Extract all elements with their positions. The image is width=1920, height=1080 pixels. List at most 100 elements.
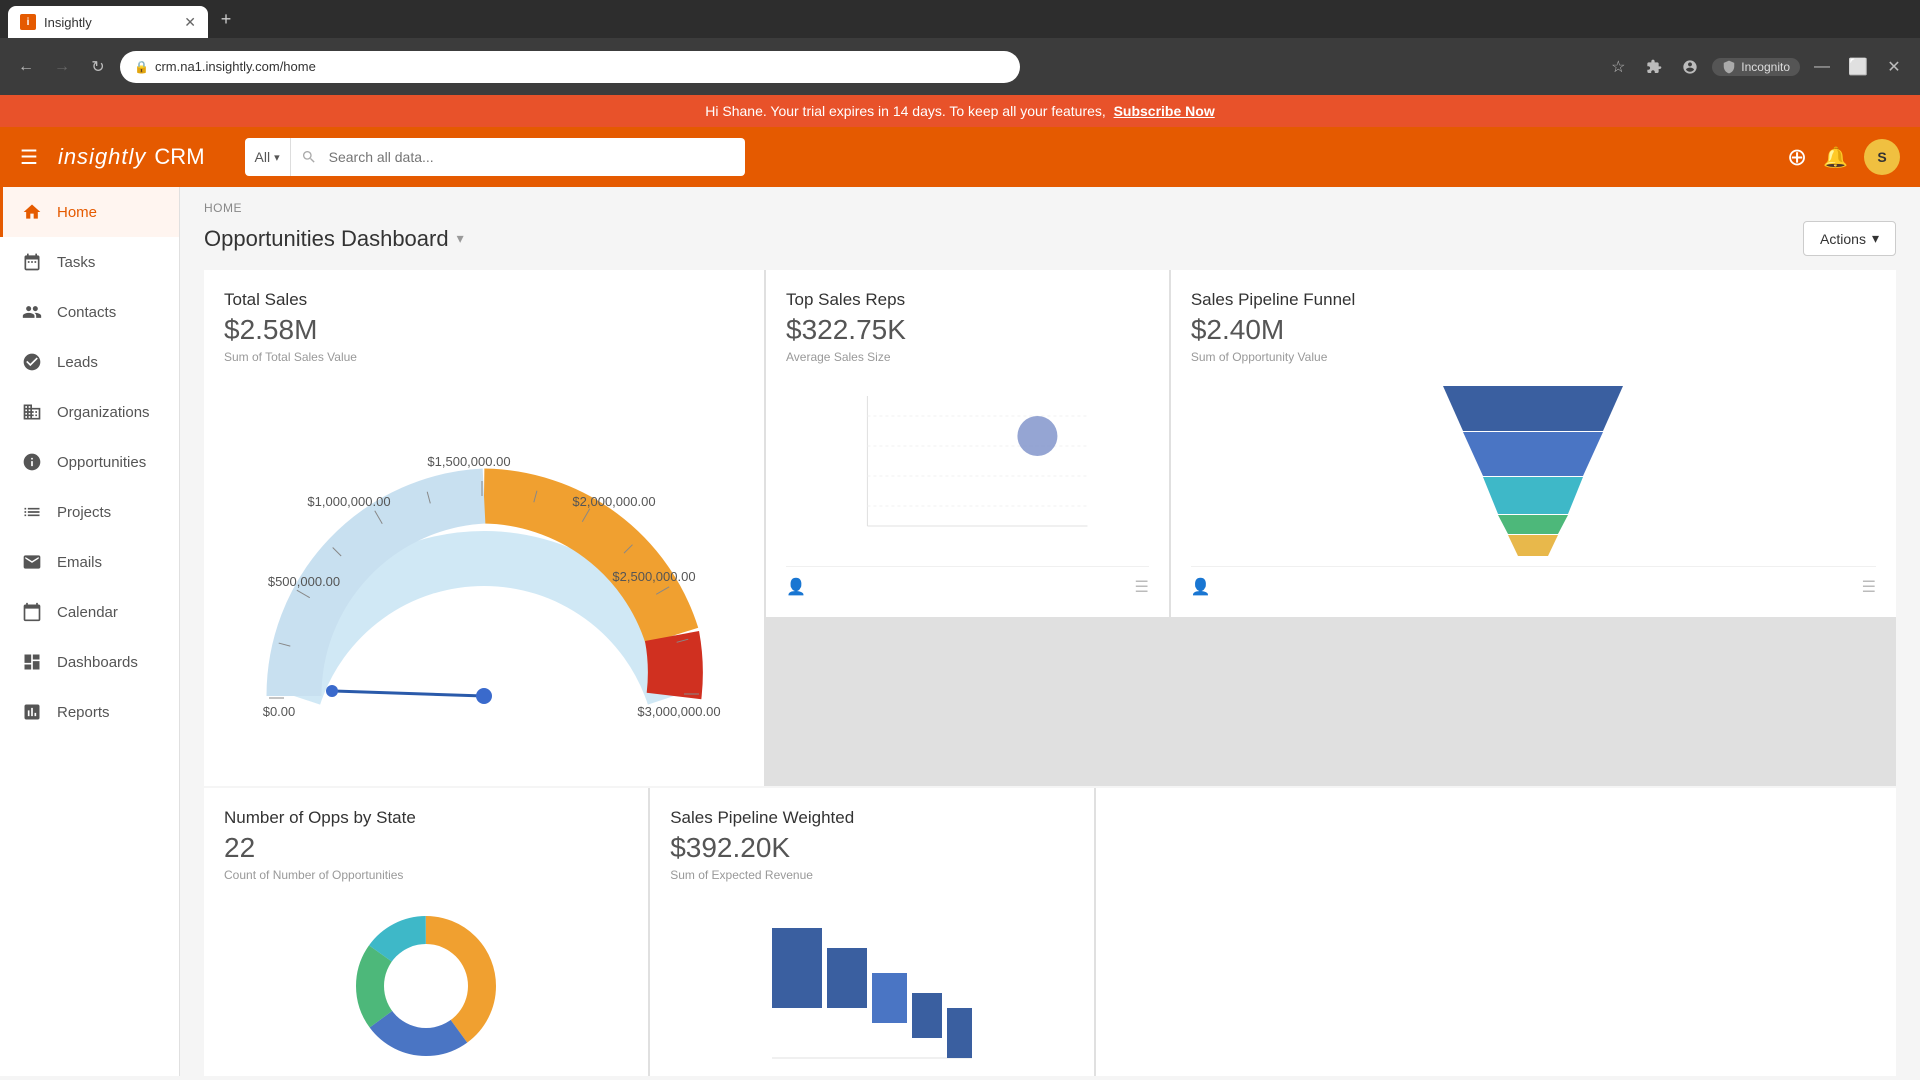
header-icons: ⊕ 🔔 S [1787, 139, 1900, 175]
extensions-icon[interactable] [1640, 53, 1668, 81]
breadcrumb: HOME [204, 201, 1896, 215]
contacts-icon [21, 301, 43, 323]
page-title-row: Opportunities Dashboard ▾ Actions ▾ [204, 221, 1896, 270]
main-layout: Home Tasks Contacts Leads Organizations [0, 187, 1920, 1076]
sales-reps-chart [786, 386, 1149, 556]
back-button[interactable]: ← [12, 53, 40, 81]
sidebar-label-calendar: Calendar [57, 604, 118, 621]
dashboards-icon [21, 651, 43, 673]
top-sales-reps-footer: 👤 ☰ [786, 566, 1149, 597]
funnel-list-icon: ☰ [1862, 577, 1876, 597]
gauge-svg: $0.00 $500,000.00 $1,000,000.00 $1,500,0… [224, 386, 744, 766]
tasks-icon [21, 251, 43, 273]
svg-text:$1,000,000.00: $1,000,000.00 [307, 494, 390, 509]
crm-label: CRM [154, 144, 204, 170]
svg-text:$3,000,000.00: $3,000,000.00 [637, 704, 720, 719]
hamburger-icon[interactable]: ☰ [20, 145, 38, 170]
donut-chart [224, 904, 628, 1068]
svg-text:$1,500,000.00: $1,500,000.00 [427, 454, 510, 469]
maximize-button[interactable]: ⬜ [1844, 53, 1872, 81]
card-number-of-opps: Number of Opps by State 22 Count of Numb… [204, 788, 648, 1076]
total-sales-subtitle: Sum of Total Sales Value [224, 350, 744, 364]
sidebar-label-leads: Leads [57, 354, 98, 371]
add-button[interactable]: ⊕ [1787, 143, 1807, 172]
sidebar-item-leads[interactable]: Leads [0, 337, 179, 387]
sidebar-label-reports: Reports [57, 704, 110, 721]
address-bar[interactable]: 🔒 crm.na1.insightly.com/home [120, 51, 1020, 83]
page-title: Opportunities Dashboard ▾ [204, 226, 464, 252]
sidebar-item-home[interactable]: Home [0, 187, 179, 237]
sales-pipeline-funnel-title: Sales Pipeline Funnel [1191, 290, 1876, 310]
page-title-text: Opportunities Dashboard [204, 226, 449, 252]
waterfall-chart [670, 904, 1074, 1068]
sidebar-label-dashboards: Dashboards [57, 654, 138, 671]
logo-area: insightly CRM [58, 144, 205, 170]
total-sales-value: $2.58M [224, 314, 744, 346]
actions-button[interactable]: Actions ▾ [1803, 221, 1896, 256]
forward-button[interactable]: → [48, 53, 76, 81]
close-window-button[interactable]: ✕ [1880, 53, 1908, 81]
content-area: HOME Opportunities Dashboard ▾ Actions ▾… [180, 187, 1920, 1076]
trial-text: Hi Shane. Your trial expires in 14 days.… [705, 103, 1109, 119]
new-tab-button[interactable]: + [212, 5, 240, 33]
svg-text:$2,000,000.00: $2,000,000.00 [572, 494, 655, 509]
actions-label: Actions [1820, 231, 1866, 247]
sidebar-label-home: Home [57, 204, 97, 221]
sidebar-item-emails[interactable]: Emails [0, 537, 179, 587]
sidebar-label-projects: Projects [57, 504, 111, 521]
list-icon: ☰ [1135, 577, 1149, 597]
number-of-opps-subtitle: Count of Number of Opportunities [224, 868, 628, 882]
page-title-dropdown-arrow[interactable]: ▾ [457, 230, 464, 247]
sales-pipeline-funnel-subtitle: Sum of Opportunity Value [1191, 350, 1876, 364]
sidebar-label-organizations: Organizations [57, 404, 150, 421]
browser-chrome: i Insightly ✕ + ← → ↻ 🔒 crm.na1.insightl… [0, 0, 1920, 95]
top-sales-reps-value: $322.75K [786, 314, 1149, 346]
opportunities-icon [21, 451, 43, 473]
app-header: ☰ insightly CRM All ▾ ⊕ 🔔 S [0, 127, 1920, 187]
sidebar-item-reports[interactable]: Reports [0, 687, 179, 737]
reload-button[interactable]: ↻ [84, 53, 112, 81]
search-all-dropdown[interactable]: All ▾ [245, 138, 291, 176]
search-container: All ▾ [245, 138, 745, 176]
sidebar-item-organizations[interactable]: Organizations [0, 387, 179, 437]
profile-icon[interactable] [1676, 53, 1704, 81]
sidebar-item-dashboards[interactable]: Dashboards [0, 637, 179, 687]
tab-close-button[interactable]: ✕ [184, 14, 196, 31]
sidebar-label-emails: Emails [57, 554, 102, 571]
top-sales-reps-subtitle: Average Sales Size [786, 350, 1149, 364]
sidebar-label-tasks: Tasks [57, 254, 95, 271]
donut-svg [346, 906, 506, 1066]
sidebar-item-calendar[interactable]: Calendar [0, 587, 179, 637]
sidebar-item-tasks[interactable]: Tasks [0, 237, 179, 287]
total-sales-overflow [1096, 788, 1896, 1076]
user-avatar[interactable]: S [1864, 139, 1900, 175]
calendar-icon [21, 601, 43, 623]
sidebar-item-projects[interactable]: Projects [0, 487, 179, 537]
trial-banner: Hi Shane. Your trial expires in 14 days.… [0, 95, 1920, 127]
sales-pipeline-weighted-value: $392.20K [670, 832, 1074, 864]
search-input[interactable] [317, 149, 745, 165]
sidebar-label-contacts: Contacts [57, 304, 116, 321]
sidebar: Home Tasks Contacts Leads Organizations [0, 187, 180, 1076]
subscribe-link[interactable]: Subscribe Now [1114, 103, 1215, 119]
search-dropdown-arrow: ▾ [274, 151, 280, 164]
bookmark-icon[interactable]: ☆ [1604, 53, 1632, 81]
actions-dropdown-arrow: ▾ [1872, 230, 1879, 247]
organizations-icon [21, 401, 43, 423]
notifications-bell[interactable]: 🔔 [1823, 145, 1848, 170]
leads-icon [21, 351, 43, 373]
tab-title: Insightly [44, 15, 92, 30]
person-icon: 👤 [786, 577, 806, 597]
card-sales-pipeline-funnel: Sales Pipeline Funnel $2.40M Sum of Oppo… [1171, 270, 1896, 617]
funnel-svg [1423, 386, 1643, 556]
tab-favicon: i [20, 14, 36, 30]
incognito-label: Incognito [1741, 60, 1790, 74]
emails-icon [21, 551, 43, 573]
active-tab[interactable]: i Insightly ✕ [8, 6, 208, 38]
sales-reps-svg [786, 386, 1149, 546]
sidebar-item-opportunities[interactable]: Opportunities [0, 437, 179, 487]
minimize-button[interactable]: — [1808, 53, 1836, 81]
svg-text:$0.00: $0.00 [263, 704, 296, 719]
gauge-chart: $0.00 $500,000.00 $1,000,000.00 $1,500,0… [224, 386, 744, 766]
sidebar-item-contacts[interactable]: Contacts [0, 287, 179, 337]
